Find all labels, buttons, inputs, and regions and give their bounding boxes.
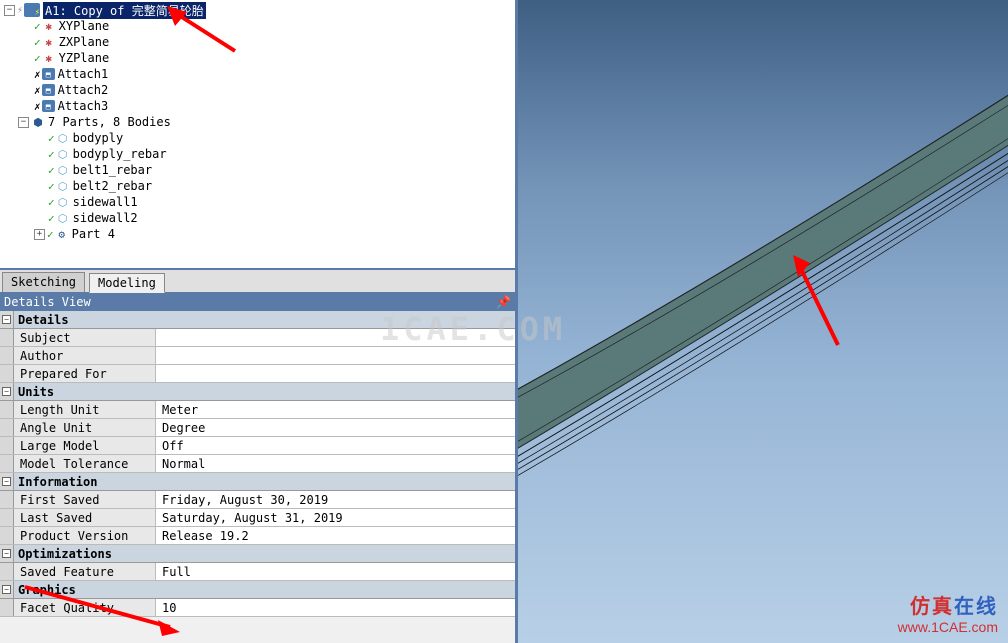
plane-icon: ✱	[42, 35, 56, 49]
prop-key: Last Saved	[14, 509, 156, 526]
root-label[interactable]: A1: Copy of 完整简易轮胎	[43, 2, 206, 19]
tree-item-yzplane[interactable]: ✓✱YZPlane	[4, 50, 511, 66]
tree-item-body[interactable]: ✓⬡belt1_rebar	[4, 162, 511, 178]
prop-value[interactable]: Saturday, August 31, 2019	[156, 509, 515, 526]
geometry-preview	[518, 0, 1008, 643]
prop-value[interactable]: Friday, August 30, 2019	[156, 491, 515, 508]
pin-icon[interactable]: 📌	[496, 295, 511, 309]
body-icon: ⬡	[56, 179, 70, 193]
expand-icon[interactable]: −	[4, 5, 15, 16]
part-icon: ⚙	[55, 227, 69, 241]
prop-value[interactable]: Degree	[156, 419, 515, 436]
section-information[interactable]: −Information	[0, 473, 515, 491]
watermark-url: www.1CAE.com	[898, 619, 998, 635]
attach-icon: ⬒	[42, 68, 55, 80]
tree-item-body[interactable]: ✓⬡sidewall2	[4, 210, 511, 226]
prop-value[interactable]: Off	[156, 437, 515, 454]
body-icon: ⬡	[56, 195, 70, 209]
prop-value[interactable]: Release 19.2	[156, 527, 515, 544]
prop-value[interactable]: 10	[156, 599, 515, 616]
parts-icon: ⬢	[31, 115, 45, 129]
details-header: Details View 📌	[0, 293, 515, 311]
tree-item-attach3[interactable]: ✗⬒Attach3	[4, 98, 511, 114]
prop-key: Product Version	[14, 527, 156, 544]
attach-icon: ⬒	[42, 84, 55, 96]
prop-key: Saved Feature Data	[14, 563, 156, 580]
section-optimizations[interactable]: −Optimizations	[0, 545, 515, 563]
viewport-3d[interactable]: 仿真在线 www.1CAE.com	[518, 0, 1008, 643]
prop-key: Prepared For	[14, 365, 156, 382]
watermark-logo: 仿真在线 www.1CAE.com	[898, 590, 998, 635]
prop-key: Author	[14, 347, 156, 364]
prop-key: First Saved	[14, 491, 156, 508]
tree-item-xyplane[interactable]: ✓✱XYPlane	[4, 18, 511, 34]
tree-item-part4[interactable]: +✓⚙Part 4	[4, 226, 511, 242]
plane-icon: ✱	[42, 19, 56, 33]
section-units[interactable]: −Units	[0, 383, 515, 401]
prop-value[interactable]: Full	[156, 563, 515, 580]
tree-outline[interactable]: − ⚡ ⚡ A1: Copy of 完整简易轮胎 ✓✱XYPlane ✓✱ZXP…	[0, 0, 515, 270]
tree-item-attach2[interactable]: ✗⬒Attach2	[4, 82, 511, 98]
tree-item-body[interactable]: ✓⬡sidewall1	[4, 194, 511, 210]
tab-sketching[interactable]: Sketching	[2, 272, 85, 292]
tree-tabs: Sketching Modeling	[0, 270, 515, 293]
plane-icon: ✱	[42, 51, 56, 65]
prop-value[interactable]	[156, 365, 515, 382]
model-icon: ⚡	[24, 3, 40, 17]
tree-root[interactable]: − ⚡ ⚡ A1: Copy of 完整简易轮胎	[4, 2, 511, 18]
attach-icon: ⬒	[42, 100, 55, 112]
prop-value[interactable]: Meter	[156, 401, 515, 418]
section-graphics[interactable]: −Graphics	[0, 581, 515, 599]
body-icon: ⬡	[56, 211, 70, 225]
body-icon: ⬡	[56, 163, 70, 177]
tree-item-zxplane[interactable]: ✓✱ZXPlane	[4, 34, 511, 50]
prop-key: Model Tolerance	[14, 455, 156, 472]
tree-item-attach1[interactable]: ✗⬒Attach1	[4, 66, 511, 82]
tree-item-body[interactable]: ✓⬡belt2_rebar	[4, 178, 511, 194]
prop-key: Angle Unit	[14, 419, 156, 436]
tree-item-parts[interactable]: −⬢7 Parts, 8 Bodies	[4, 114, 511, 130]
prop-key: Large Model Support	[14, 437, 156, 454]
properties-grid: −Details Subject Author Prepared For −Un…	[0, 311, 515, 617]
prop-key: Length Unit	[14, 401, 156, 418]
watermark-text: 1CAE.COM	[380, 310, 566, 348]
body-icon: ⬡	[56, 147, 70, 161]
details-title: Details View	[4, 295, 91, 309]
tab-modeling[interactable]: Modeling	[89, 273, 165, 293]
expand-icon[interactable]: −	[18, 117, 29, 128]
prop-key: Subject	[14, 329, 156, 346]
tree-item-body[interactable]: ✓⬡bodyply_rebar	[4, 146, 511, 162]
prop-value[interactable]	[156, 347, 515, 364]
expand-icon[interactable]: +	[34, 229, 45, 240]
prop-value[interactable]: Normal	[156, 455, 515, 472]
prop-key: Facet Quality	[14, 599, 156, 616]
body-icon: ⬡	[56, 131, 70, 145]
tree-item-body[interactable]: ✓⬡bodyply	[4, 130, 511, 146]
